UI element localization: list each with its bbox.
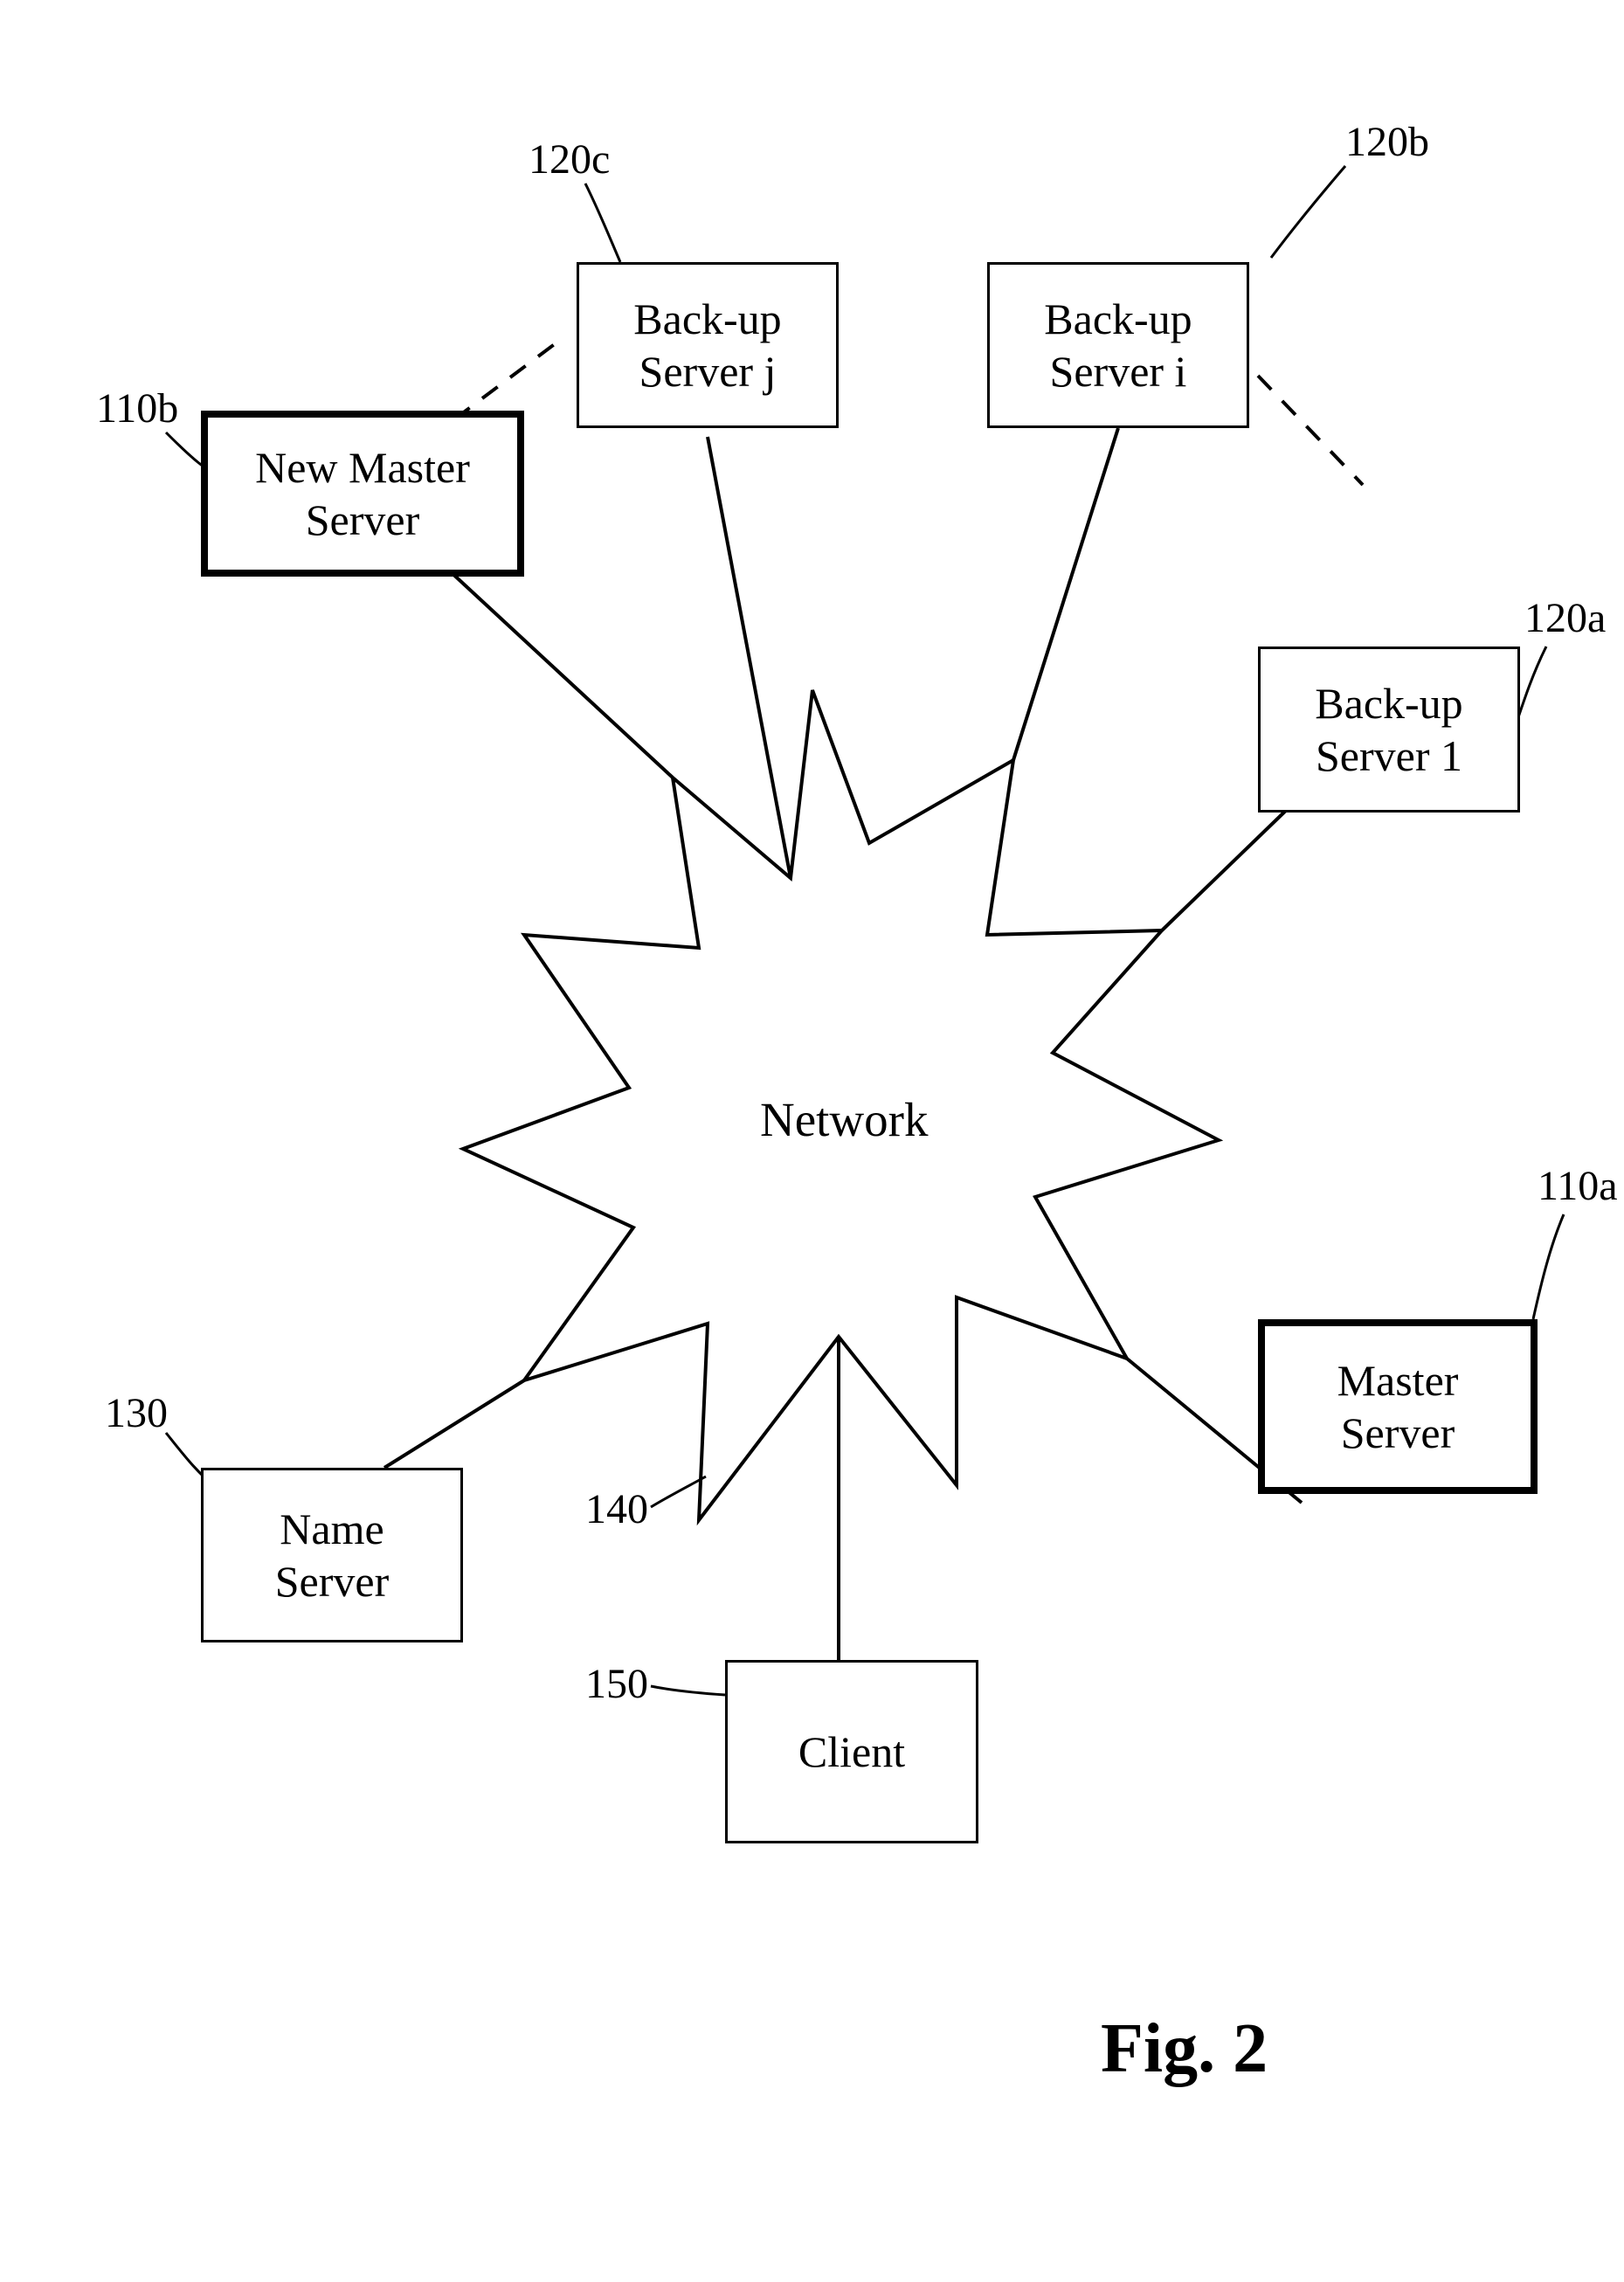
diagram-canvas: Network New Master Server Back-up Server… <box>0 0 1624 2282</box>
node-backup-server-1: Back-up Server 1 <box>1258 647 1520 813</box>
node-label-line1: Back-up <box>1315 679 1462 728</box>
leader-110a <box>1533 1214 1564 1319</box>
node-label-line1: Back-up <box>1044 294 1192 343</box>
node-label-line1: Back-up <box>633 294 781 343</box>
node-label-line2: Server <box>1341 1408 1455 1457</box>
ref-110b: 110b <box>96 384 178 432</box>
node-label-line1: Client <box>798 1727 905 1776</box>
ref-120a: 120a <box>1524 594 1606 642</box>
ref-120b: 120b <box>1345 118 1429 166</box>
connector-backup-1 <box>1162 804 1293 930</box>
leader-120b <box>1271 166 1345 258</box>
connector-backup-i <box>1013 428 1118 760</box>
ref-120c: 120c <box>529 135 610 183</box>
dash-right <box>1258 376 1363 485</box>
node-label-line2: Server <box>306 495 420 544</box>
node-backup-server-i: Back-up Server i <box>987 262 1249 428</box>
node-label-line2: Server <box>275 1557 390 1606</box>
ref-110a: 110a <box>1538 1162 1618 1210</box>
leader-150 <box>651 1686 725 1695</box>
connector-name-server <box>384 1380 524 1468</box>
node-backup-server-j: Back-up Server j <box>577 262 839 428</box>
connector-backup-j <box>708 437 791 878</box>
node-label-line1: Name <box>280 1504 384 1553</box>
leader-120a <box>1516 647 1546 725</box>
node-label-line2: Server i <box>1050 347 1187 396</box>
node-new-master-server: New Master Server <box>201 411 524 577</box>
node-name-server: Name Server <box>201 1468 463 1642</box>
ref-130: 130 <box>105 1389 168 1437</box>
leader-120c <box>585 183 620 262</box>
connector-new-master <box>437 559 673 778</box>
node-label-line2: Server 1 <box>1316 731 1462 780</box>
leader-140 <box>651 1476 706 1507</box>
node-label-line1: New Master <box>255 443 470 492</box>
dash-left <box>454 341 559 419</box>
node-label-line2: Server j <box>639 347 777 396</box>
network-label: Network <box>760 1092 928 1147</box>
node-master-server: Master Server <box>1258 1319 1538 1494</box>
figure-caption: Fig. 2 <box>1101 2009 1268 2089</box>
ref-150: 150 <box>585 1660 648 1708</box>
node-client: Client <box>725 1660 978 1843</box>
node-label-line1: Master <box>1337 1356 1459 1405</box>
ref-140: 140 <box>585 1485 648 1533</box>
